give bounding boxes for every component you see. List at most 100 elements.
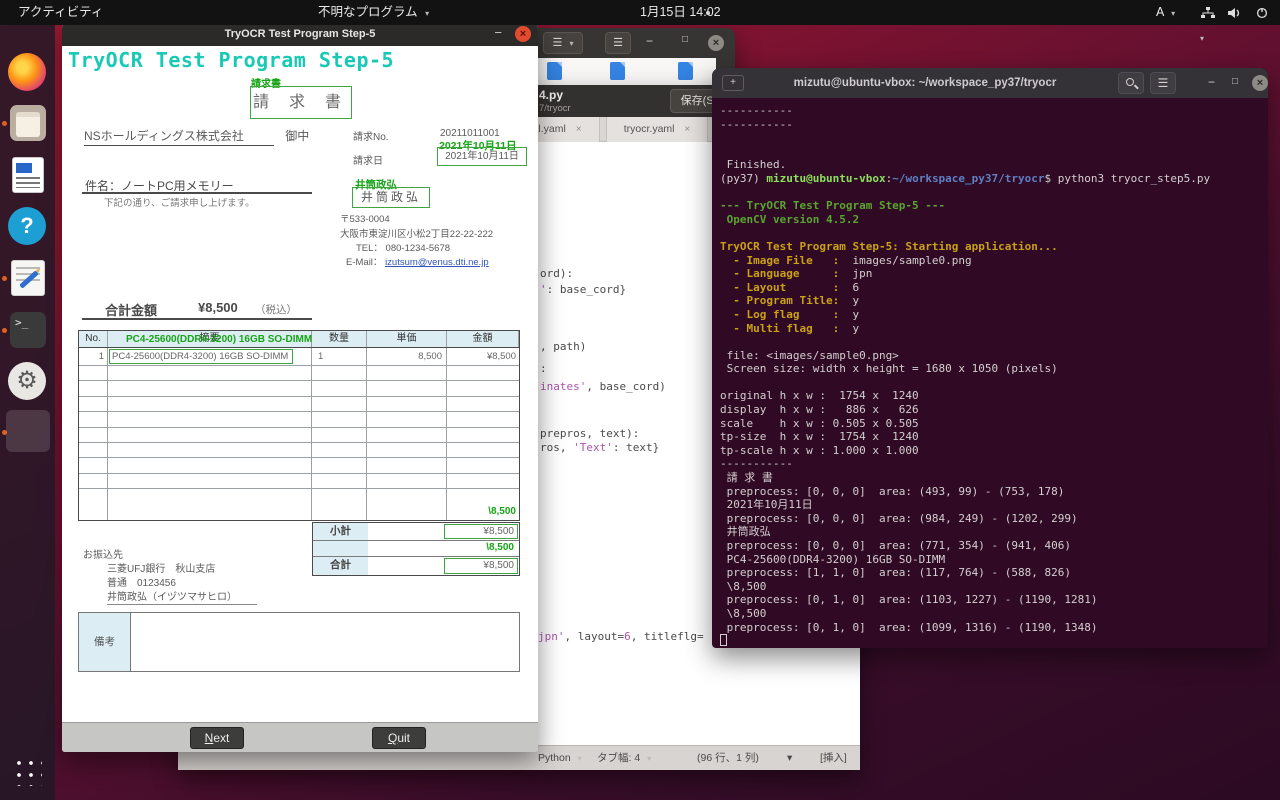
customer-company: NSホールディングス株式会社 (84, 129, 274, 146)
dock-item-unknown-program[interactable] (8, 410, 48, 450)
ocr-label-total: \8,500 (486, 542, 517, 553)
cursor-position[interactable]: (96 行、1 列) (697, 746, 759, 770)
notes-box: 備考 (78, 612, 520, 672)
email-link[interactable]: izutsum@venus.dti.ne.jp (385, 257, 489, 268)
table-row-empty (79, 489, 519, 504)
dock-item-text-editor[interactable] (8, 258, 48, 298)
terminal-line: \8,500 (720, 607, 1268, 621)
table-row-empty (79, 397, 519, 412)
app-menu[interactable]: 不明なプログラム ▾ (310, 0, 437, 25)
menu-button[interactable]: ☰ (605, 32, 631, 54)
subject-value: ノートPC用メモリー (121, 179, 234, 193)
editor-title: 4.py (539, 88, 563, 102)
menu-button[interactable]: ☰ (1150, 72, 1176, 94)
maximize-button[interactable]: □ (682, 34, 688, 45)
insert-mode-indicator: [挿入] (820, 746, 847, 770)
doc-list-icon: ☰ (553, 37, 563, 49)
system-status-area[interactable]: ▾ (1196, 0, 1280, 25)
tab-width-dropdown[interactable]: タブ幅: 4 ▾ (597, 746, 651, 771)
terminal-line: ----------- (720, 457, 1268, 471)
text-editor-icon (11, 260, 45, 296)
tryocr-titlebar[interactable]: TryOCR Test Program Step-5 − × (62, 22, 538, 46)
activities-button[interactable]: アクティビティ (10, 0, 111, 25)
cell-desc: PC4-25600(DDR4-3200) 16GB SO-DIMM (108, 348, 312, 365)
dock-item-settings[interactable]: ⚙ (8, 362, 48, 402)
minimize-button[interactable]: − (646, 34, 653, 48)
window-tryocr: TryOCR Test Program Step-5 − × TryOCR Te… (62, 22, 538, 752)
quit-button[interactable]: Quit (372, 727, 426, 749)
terminal-line: file: <images/sample0.png> (720, 349, 1268, 363)
table-row-empty (79, 474, 519, 489)
subtotal-label: 小計 (313, 523, 368, 540)
dock-item-writer[interactable] (8, 155, 48, 195)
bank-line: 三菱UFJ銀行 秋山支店 (107, 560, 215, 575)
terminal-line: original h x w : 1754 x 1240 (720, 389, 1268, 403)
document-list-button[interactable]: ☰ ▾ (543, 32, 583, 54)
terminal-headerbar[interactable]: + mizutu@ubuntu-vbox: ~/workspace_py37/t… (712, 68, 1268, 98)
code-fragment: prepros, text): (540, 427, 639, 440)
terminal-line (720, 186, 1268, 200)
clock-button[interactable]: 1月15日 14:02 (632, 0, 729, 25)
divider (82, 318, 312, 320)
tab-tryocr-yaml[interactable]: tryocr.yaml × (606, 117, 708, 142)
terminal-line: \8,500 (720, 580, 1268, 594)
gear-icon: ⚙ (8, 362, 46, 400)
terminal-line: ----------- (720, 104, 1268, 118)
close-tab-icon[interactable]: × (576, 124, 582, 135)
close-button[interactable]: × (1252, 75, 1268, 91)
terminal-line: preprocess: [1, 1, 0] area: (117, 764) -… (720, 566, 1268, 580)
file-icon[interactable] (547, 62, 562, 80)
new-tab-button[interactable]: + (722, 75, 744, 91)
dock: ? >_ ⚙ (0, 25, 55, 800)
search-button[interactable] (1118, 72, 1144, 94)
input-method-indicator[interactable]: A ▾ (1148, 0, 1183, 25)
running-indicator (2, 121, 7, 126)
terminal-output[interactable]: ---------------------- Finished.(py37) m… (712, 98, 1268, 648)
terminal-line: preprocess: [0, 1, 0] area: (1099, 1316)… (720, 621, 1268, 635)
notes-label: 備考 (79, 613, 131, 671)
maximize-button[interactable]: □ (1232, 76, 1238, 87)
dock-item-files[interactable] (8, 103, 48, 143)
terminal-line: tp-scale h x w : 1.000 x 1.000 (720, 444, 1268, 458)
ocr-box-item (109, 349, 293, 364)
minimize-button[interactable]: − (494, 22, 502, 44)
terminal-line: - Multi flag : y (720, 322, 1268, 336)
grand-total-value: ¥8,500 (444, 558, 518, 574)
file-icon[interactable] (610, 62, 625, 80)
table-row-empty (79, 443, 519, 458)
terminal-line: preprocess: [0, 0, 0] area: (493, 99) - … (720, 485, 1268, 499)
cell-unit: 8,500 (367, 348, 447, 365)
code-fragment: , path) (540, 340, 586, 353)
issuer-email-line: E-Mail： izutsum@venus.dti.ne.jp (346, 254, 489, 268)
bank-account: 普通 0123456 (107, 574, 176, 589)
minimize-button[interactable]: − (1208, 75, 1215, 89)
ocr-label-subtotal: \8,500 (447, 505, 519, 520)
terminal-line: TryOCR Test Program Step-5: Starting app… (720, 240, 1268, 254)
terminal-line: 井筒政弘 (720, 525, 1268, 539)
writer-icon (12, 157, 44, 193)
close-button[interactable]: × (708, 35, 724, 51)
dock-item-help[interactable]: ? (8, 207, 48, 247)
table-row-empty (79, 428, 519, 443)
chevron-down-icon: ▾ (647, 754, 651, 763)
grand-total-label: 合計 (313, 557, 368, 575)
next-button[interactable]: Next (190, 727, 244, 749)
close-button[interactable]: × (515, 26, 531, 42)
chevron-down-icon: ▾ (569, 39, 573, 48)
col-no: No. (79, 331, 108, 347)
dock-item-terminal[interactable]: >_ (8, 310, 48, 350)
language-mode-dropdown[interactable]: Python ▾ (538, 746, 582, 771)
file-icon[interactable] (678, 62, 693, 80)
show-applications-button[interactable] (8, 752, 48, 792)
terminal-line: PC4-25600(DDR4-3200) 16GB SO-DIMM (720, 553, 1268, 567)
close-tab-icon[interactable]: × (684, 124, 690, 135)
terminal-line: Finished. (720, 158, 1268, 172)
chevron-down-icon[interactable]: ▾ (787, 746, 792, 770)
dock-item-firefox[interactable] (8, 53, 48, 93)
terminal-line (720, 335, 1268, 349)
code-fragment: ': base_cord} (540, 283, 626, 296)
program-heading: TryOCR Test Program Step-5 (68, 48, 394, 72)
terminal-line (720, 376, 1268, 390)
terminal-icon: >_ (10, 312, 46, 348)
terminal-line: preprocess: [0, 0, 0] area: (771, 354) -… (720, 539, 1268, 553)
